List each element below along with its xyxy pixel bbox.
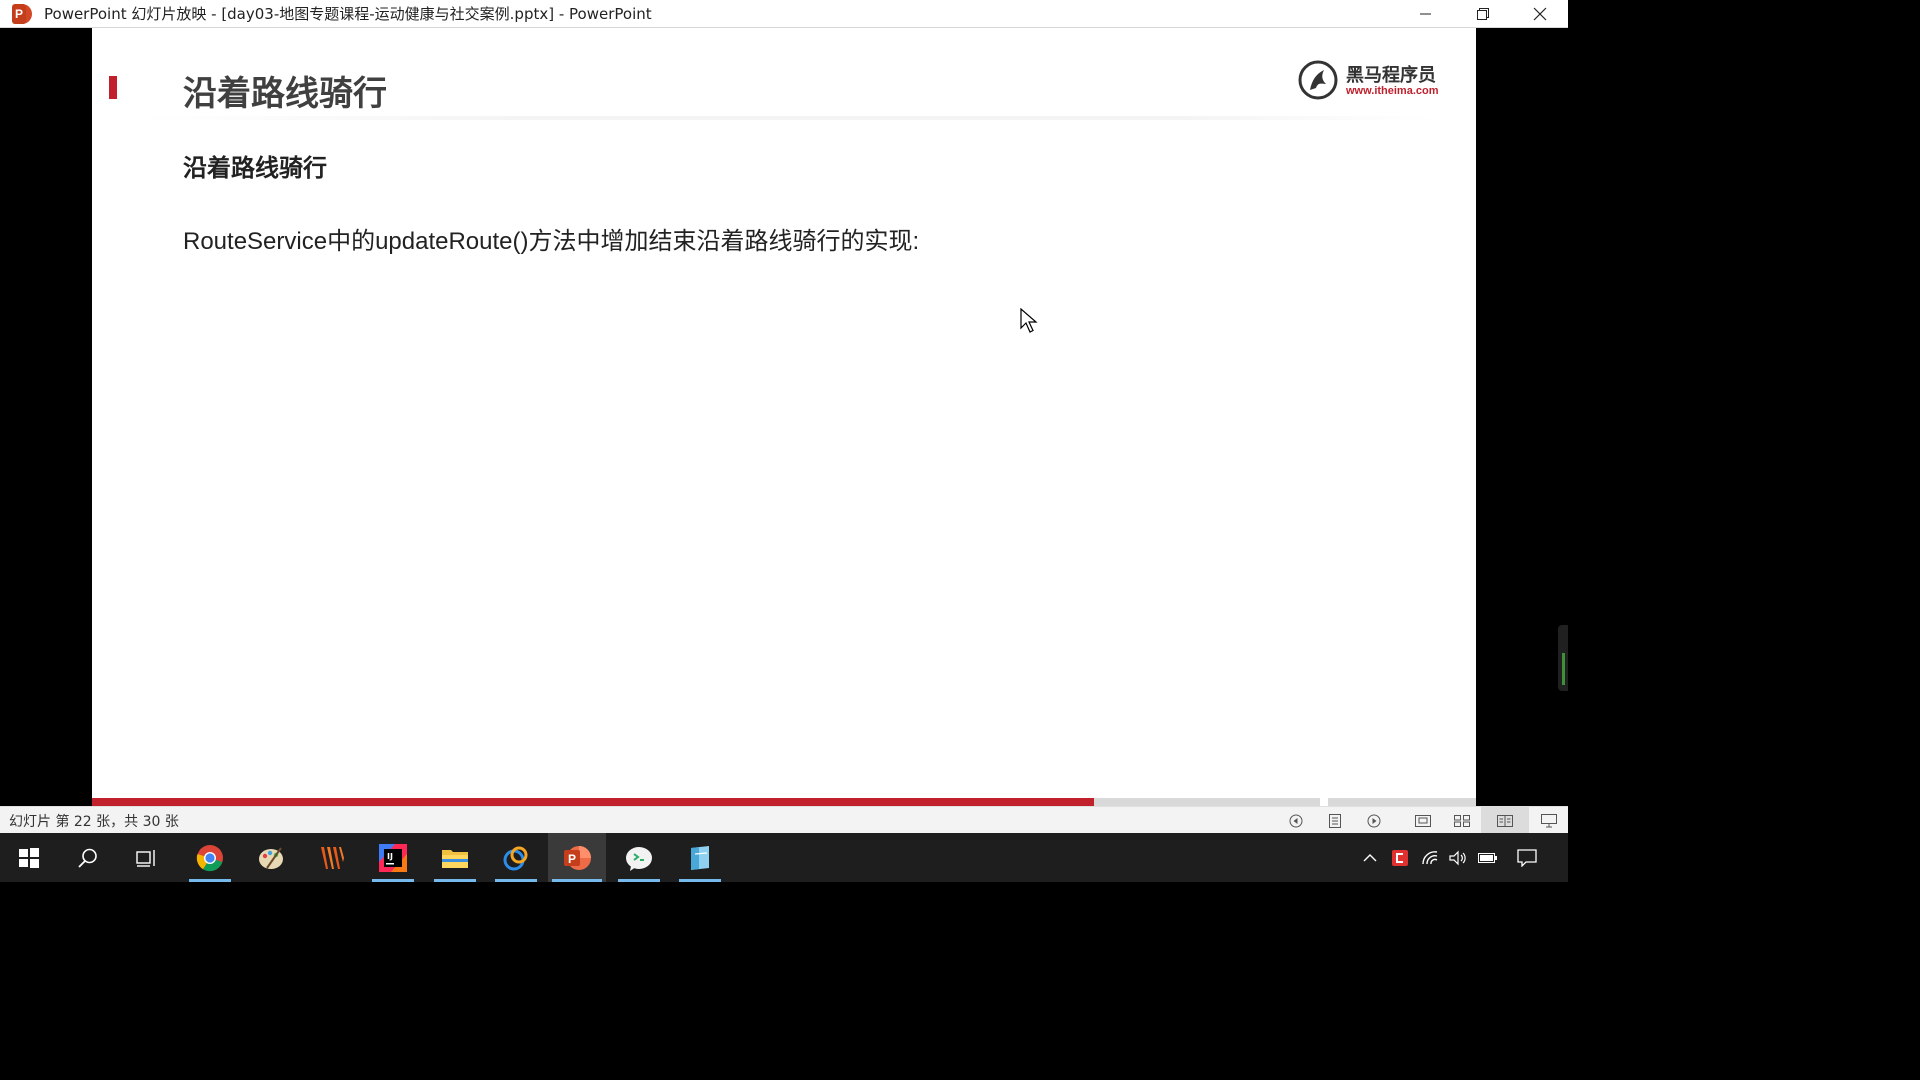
powerpoint-icon: P: [564, 845, 591, 870]
notes-icon: [1328, 813, 1341, 828]
slide-title: 沿着路线骑行: [183, 74, 387, 114]
status-icons: [1276, 807, 1568, 834]
title-bar: P PowerPoint 幻灯片放映 - [day03-地图专题课程-运动健康与…: [0, 0, 1568, 28]
task-view-button[interactable]: [122, 833, 172, 882]
status-bar: 幻灯片 第 22 张，共 30 张: [0, 806, 1568, 834]
notification-button[interactable]: [1512, 833, 1542, 882]
previous-slide-button[interactable]: [1276, 807, 1315, 834]
slide[interactable]: 沿着路线骑行 黑马程序员 www.itheima.com 沿着路线骑行 Rout…: [92, 28, 1476, 806]
notes-button[interactable]: [1315, 807, 1354, 834]
slide-body-text: RouteService中的updateRoute()方法中增加结束沿着路线骑行…: [183, 228, 920, 255]
chrome-icon: [196, 844, 223, 871]
app-icon-letter: P: [12, 3, 26, 24]
start-button[interactable]: [4, 833, 54, 882]
next-slide-button[interactable]: [1354, 807, 1393, 834]
battery-button[interactable]: [1473, 833, 1503, 882]
taskbar-editor[interactable]: [307, 833, 357, 882]
taskbar-chrome[interactable]: [185, 833, 235, 882]
taskbar: IJ P: [0, 833, 1568, 882]
horse-logo-icon: [1298, 60, 1338, 100]
normal-view-icon: [1414, 814, 1431, 827]
logo-url: www.itheima.com: [1346, 85, 1439, 97]
slide-sorter-icon: [1453, 814, 1470, 827]
browser-icon: [503, 846, 528, 870]
taskbar-wechat[interactable]: [614, 833, 664, 882]
network-button[interactable]: [1415, 833, 1445, 882]
edge-scroll-indicator: [1562, 653, 1565, 685]
taskbar-file-explorer[interactable]: [430, 833, 480, 882]
search-button[interactable]: [63, 833, 113, 882]
taskbar-paint[interactable]: [246, 833, 296, 882]
taskbar-powerpoint[interactable]: P: [548, 833, 606, 882]
progress-separator: [1320, 798, 1328, 806]
itheima-logo: 黑马程序员 www.itheima.com: [1298, 58, 1440, 102]
close-icon: [1533, 7, 1546, 20]
taskbar-notepad[interactable]: [675, 833, 725, 882]
edge-scroll-handle[interactable]: [1558, 625, 1568, 691]
header-divider: [137, 116, 1437, 120]
battery-icon: [1478, 852, 1497, 863]
show-hidden-icons-button[interactable]: [1355, 833, 1385, 882]
file-explorer-icon: [442, 849, 468, 868]
volume-button[interactable]: [1443, 833, 1473, 882]
normal-view-button[interactable]: [1403, 807, 1442, 834]
svg-text:IJ: IJ: [387, 852, 393, 861]
tray-app-button[interactable]: [1385, 833, 1415, 882]
slide-progress-bar: [92, 798, 1476, 806]
show-hidden-icons-icon: [1363, 853, 1377, 861]
restore-button[interactable]: [1454, 0, 1511, 27]
volume-icon: [1449, 850, 1466, 865]
search-icon: [78, 848, 97, 868]
logo-name: 黑马程序员: [1346, 65, 1436, 86]
slide-sorter-button[interactable]: [1442, 807, 1481, 834]
powerpoint-app-icon[interactable]: P: [12, 3, 32, 24]
svg-text:P: P: [568, 852, 576, 866]
network-icon: [1422, 850, 1438, 864]
notification-icon: [1517, 848, 1537, 867]
close-button[interactable]: [1511, 0, 1568, 27]
slide-counter: 幻灯片 第 22 张，共 30 张: [9, 813, 179, 830]
minimize-icon: [1419, 13, 1431, 14]
slideshow-icon: [1540, 813, 1557, 827]
window-title: PowerPoint 幻灯片放映 - [day03-地图专题课程-运动健康与社交…: [44, 5, 652, 23]
reading-view-button[interactable]: [1481, 807, 1529, 834]
reading-view-icon: [1497, 814, 1513, 827]
slideshow-button[interactable]: [1529, 807, 1568, 834]
mouse-pointer-icon: [1020, 308, 1038, 333]
intellij-icon: IJ: [379, 843, 407, 872]
taskbar-browser[interactable]: [491, 833, 541, 882]
task-view-icon: [136, 849, 155, 867]
slide-subtitle: 沿着路线骑行: [183, 154, 327, 182]
title-accent-bar: [109, 76, 117, 99]
minimize-button[interactable]: [1397, 0, 1454, 27]
notepad-icon: [691, 845, 709, 870]
taskbar-intellij[interactable]: IJ: [368, 833, 418, 882]
window-controls: [1397, 0, 1568, 27]
next-icon: [1367, 814, 1380, 827]
slide-progress-fill: [92, 798, 1094, 806]
previous-icon: [1289, 814, 1302, 827]
editor-icon: [321, 846, 344, 869]
paint-icon: [259, 846, 283, 869]
restore-icon: [1476, 7, 1489, 20]
wechat-icon: [626, 846, 652, 871]
start-icon: [19, 847, 39, 868]
tray-app-icon: [1392, 849, 1408, 866]
